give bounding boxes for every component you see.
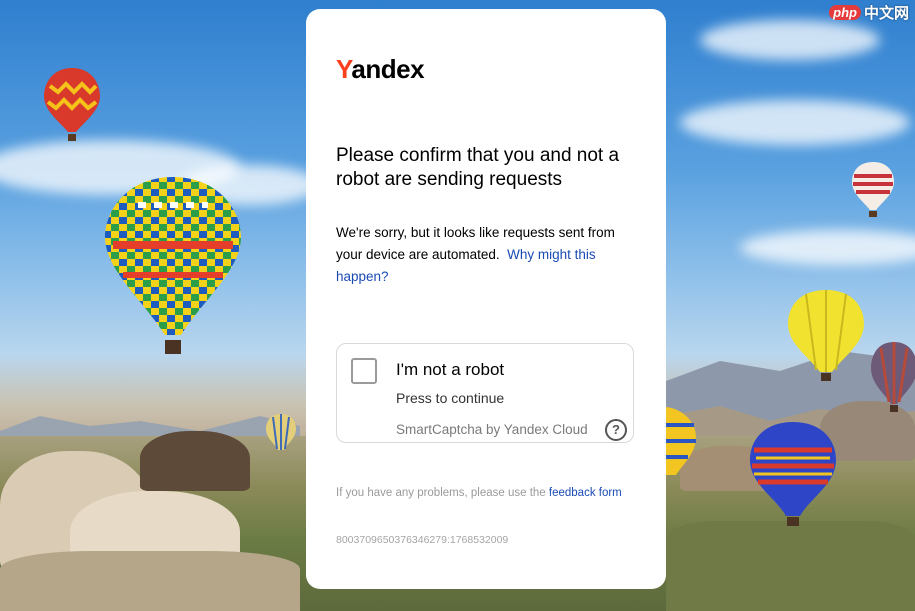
request-id: 8003709650376346279:1768532009 bbox=[336, 534, 509, 546]
cloud bbox=[700, 20, 880, 60]
logo-letter-y: Y bbox=[336, 54, 352, 84]
smartcaptcha-widget[interactable]: I'm not a robot Press to continue SmartC… bbox=[336, 343, 634, 443]
cloud bbox=[680, 100, 910, 145]
description: We're sorry, but it looks like requests … bbox=[336, 222, 641, 288]
captcha-brand: SmartCaptcha by Yandex Cloud bbox=[396, 422, 588, 437]
php-watermark: php 中文网 bbox=[829, 2, 909, 23]
feedback-link[interactable]: feedback form bbox=[549, 487, 622, 499]
question-circle-icon[interactable]: ? bbox=[605, 419, 627, 441]
yandex-logo: Yandex bbox=[336, 54, 425, 85]
watermark-text: 中文网 bbox=[863, 5, 909, 22]
not-robot-checkbox[interactable] bbox=[351, 358, 377, 384]
feedback-note: If you have any problems, please use the… bbox=[336, 485, 626, 501]
hot-air-balloon bbox=[266, 414, 296, 450]
captcha-subtitle: Press to continue bbox=[396, 390, 505, 406]
captcha-card: Yandex Please confirm that you and not a… bbox=[306, 9, 666, 589]
hot-air-balloon bbox=[105, 177, 241, 354]
rock-formation bbox=[140, 431, 250, 491]
hot-air-balloon bbox=[871, 342, 915, 412]
feedback-text: If you have any problems, please use the bbox=[336, 487, 546, 499]
page-title: Please confirm that you and not a robot … bbox=[336, 145, 620, 190]
hot-air-balloon bbox=[666, 407, 696, 475]
hot-air-balloon bbox=[788, 290, 864, 381]
rock-formation bbox=[666, 521, 915, 611]
logo-rest: andex bbox=[351, 54, 425, 84]
hot-air-balloon bbox=[852, 162, 894, 217]
cloud bbox=[740, 230, 915, 265]
captcha-title: I'm not a robot bbox=[396, 360, 505, 379]
hot-air-balloon bbox=[44, 68, 100, 141]
hot-air-balloon bbox=[750, 422, 836, 526]
rock-formation bbox=[0, 551, 300, 611]
php-badge: php bbox=[829, 5, 861, 20]
